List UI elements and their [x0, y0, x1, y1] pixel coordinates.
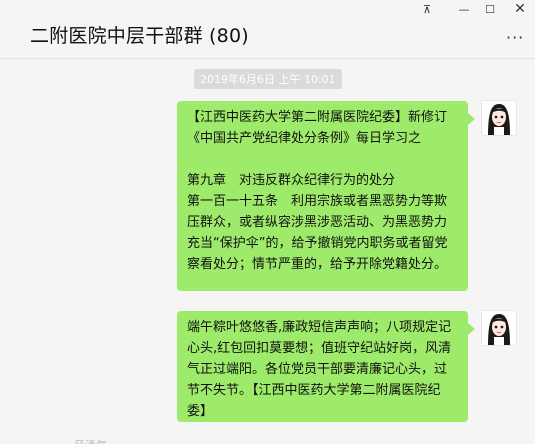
avatar-illustration [482, 311, 516, 345]
avatar-icon[interactable] [482, 101, 516, 135]
close-icon[interactable]: ✕ [506, 0, 534, 18]
avatar-icon[interactable] [482, 311, 516, 345]
chat-area[interactable]: 2019年6月6日 上午 10:01 【江西中医药大学第二附属医院纪委】新修订《… [0, 59, 535, 444]
title-bar: 二附医院中层干部群 (80) ⊼ — ☐ ✕ ··· [0, 0, 535, 59]
next-message-cutoff: 风清气 [74, 437, 114, 444]
message-bubble[interactable]: 【江西中医药大学第二附属医院纪委】新修订《中国共产党纪律处分条例》每日学习之 第… [177, 101, 475, 291]
more-options-icon[interactable]: ··· [506, 28, 524, 47]
avatar-illustration [482, 101, 516, 135]
pin-icon[interactable]: ⊼ [413, 0, 441, 18]
chat-title: 二附医院中层干部群 (80) [30, 25, 249, 47]
minimize-icon[interactable]: — [450, 0, 478, 18]
maximize-icon[interactable]: ☐ [476, 0, 504, 18]
message-timestamp: 2019年6月6日 上午 10:01 [194, 69, 342, 89]
message-bubble[interactable]: 端午粽叶悠悠香,廉政短信声声响；八项规定记心头,红包回扣莫要想；值班守纪站好岗，… [177, 311, 475, 422]
